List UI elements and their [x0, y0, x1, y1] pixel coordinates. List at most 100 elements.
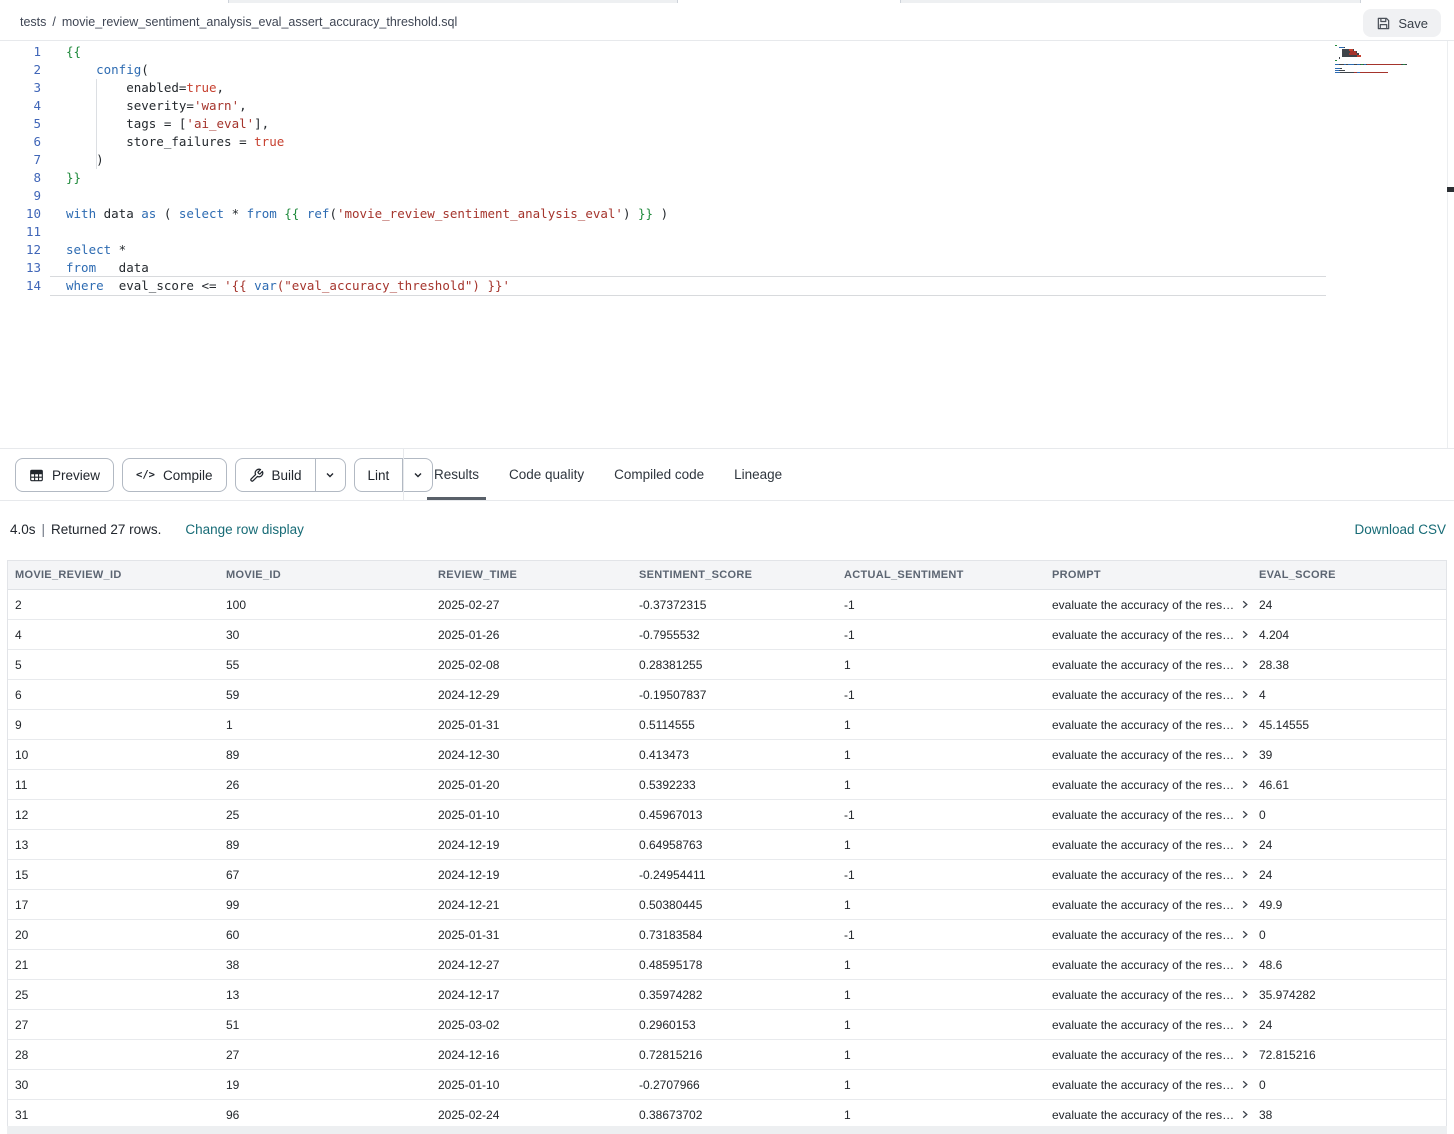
file-header-bar: tests / movie_review_sentiment_analysis_… [0, 3, 1454, 41]
table-cell: 38 [1252, 1108, 1446, 1122]
expand-prompt-chevron-icon[interactable] [1240, 1079, 1250, 1090]
table-cell: 2025-01-31 [431, 928, 632, 942]
code-line[interactable]: }} [66, 169, 668, 187]
table-cell: -1 [837, 928, 1045, 942]
code-line[interactable]: {{ [66, 43, 668, 61]
editor-scrollbar-thumb[interactable] [1447, 187, 1454, 192]
prompt-preview-text: evaluate the accuracy of the res… [1052, 658, 1234, 672]
preview-button[interactable]: Preview [15, 458, 114, 492]
code-line[interactable]: select * [66, 241, 668, 259]
table-cell: 25 [8, 988, 219, 1002]
table-cell: 2024-12-16 [431, 1048, 632, 1062]
expand-prompt-chevron-icon[interactable] [1240, 839, 1250, 850]
prompt-preview-text: evaluate the accuracy of the res… [1052, 988, 1234, 1002]
code-line[interactable]: store_failures = true [66, 133, 668, 151]
tab-compiled-code[interactable]: Compiled code [599, 449, 719, 500]
prompt-preview-text: evaluate the accuracy of the res… [1052, 928, 1234, 942]
table-row: 6592024-12-29-0.19507837-1evaluate the a… [8, 680, 1446, 710]
expand-prompt-chevron-icon[interactable] [1240, 989, 1250, 1000]
table-cell: 17 [8, 898, 219, 912]
table-cell: 1 [837, 748, 1045, 762]
table-cell: -0.19507837 [632, 688, 837, 702]
tab-code-quality[interactable]: Code quality [494, 449, 599, 500]
preview-label: Preview [52, 468, 100, 483]
expand-prompt-chevron-icon[interactable] [1240, 689, 1250, 700]
editor-scrollbar-track[interactable] [1447, 41, 1448, 449]
table-cell: 0.28381255 [632, 658, 837, 672]
expand-prompt-chevron-icon[interactable] [1240, 1049, 1250, 1060]
table-cell: 46.61 [1252, 778, 1446, 792]
table-cell: 100 [219, 598, 431, 612]
editor-minimap[interactable] [1335, 45, 1419, 74]
expand-prompt-chevron-icon[interactable] [1240, 959, 1250, 970]
code-line[interactable]: with data as ( select * from {{ ref('mov… [66, 205, 668, 223]
line-number: 7 [0, 151, 41, 169]
breadcrumb: tests / movie_review_sentiment_analysis_… [20, 3, 457, 40]
line-number: 13 [0, 259, 41, 277]
code-line[interactable]: ​ [66, 187, 668, 205]
chevron-down-icon [324, 469, 336, 481]
table-cell: 21 [8, 958, 219, 972]
download-csv-link[interactable]: Download CSV [1354, 522, 1446, 537]
table-cell: 0.5114555 [632, 718, 837, 732]
table-grid-icon [29, 468, 44, 483]
code-line[interactable]: ​ [66, 223, 668, 241]
code-line[interactable]: tags = ['ai_eval'], [66, 115, 668, 133]
table-cell: 2025-02-08 [431, 658, 632, 672]
table-cell: 59 [219, 688, 431, 702]
code-line[interactable]: enabled=true, [66, 79, 668, 97]
code-line[interactable]: config( [66, 61, 668, 79]
table-cell: 24 [1252, 1018, 1446, 1032]
column-header: ACTUAL_SENTIMENT [837, 569, 1045, 581]
code-line[interactable]: ) [66, 151, 668, 169]
table-cell: -0.24954411 [632, 868, 837, 882]
lint-button[interactable]: Lint [355, 459, 403, 491]
table-cell: 13 [8, 838, 219, 852]
code-line[interactable]: severity='warn', [66, 97, 668, 115]
table-cell: 2025-01-20 [431, 778, 632, 792]
expand-prompt-chevron-icon[interactable] [1240, 779, 1250, 790]
expand-prompt-chevron-icon[interactable] [1240, 659, 1250, 670]
table-cell: 2025-03-02 [431, 1018, 632, 1032]
table-horizontal-scrollbar[interactable] [7, 1126, 1447, 1134]
save-button[interactable]: Save [1363, 9, 1441, 37]
tab-results[interactable]: Results [419, 449, 494, 500]
expand-prompt-chevron-icon[interactable] [1240, 629, 1250, 640]
expand-prompt-chevron-icon[interactable] [1240, 1109, 1250, 1120]
table-cell: 2024-12-27 [431, 958, 632, 972]
expand-prompt-chevron-icon[interactable] [1240, 809, 1250, 820]
change-row-display-link[interactable]: Change row display [185, 522, 304, 537]
expand-prompt-chevron-icon[interactable] [1240, 749, 1250, 760]
tab-lineage[interactable]: Lineage [719, 449, 797, 500]
line-number: 5 [0, 115, 41, 133]
expand-prompt-chevron-icon[interactable] [1240, 1019, 1250, 1030]
table-cell: 0 [1252, 928, 1446, 942]
expand-prompt-chevron-icon[interactable] [1240, 599, 1250, 610]
table-row: 30192025-01-10-0.27079661evaluate the ac… [8, 1070, 1446, 1100]
prompt-cell: evaluate the accuracy of the res… [1045, 688, 1252, 702]
expand-prompt-chevron-icon[interactable] [1240, 929, 1250, 940]
code-content[interactable]: {{ config( enabled=true, severity='warn'… [66, 43, 668, 295]
table-row: 912025-01-310.51145551evaluate the accur… [8, 710, 1446, 740]
build-button[interactable]: Build [236, 459, 315, 491]
table-cell: 0.64958763 [632, 838, 837, 852]
table-cell: 1 [837, 1108, 1045, 1122]
table-cell: 1 [837, 718, 1045, 732]
build-dropdown-button[interactable] [315, 459, 345, 491]
table-cell: 1 [837, 778, 1045, 792]
table-row: 17992024-12-210.503804451evaluate the ac… [8, 890, 1446, 920]
table-row: 28272024-12-160.728152161evaluate the ac… [8, 1040, 1446, 1070]
table-cell: 10 [8, 748, 219, 762]
expand-prompt-chevron-icon[interactable] [1240, 719, 1250, 730]
table-cell: 45.14555 [1252, 718, 1446, 732]
prompt-preview-text: evaluate the accuracy of the res… [1052, 868, 1234, 882]
code-line[interactable]: from data [66, 259, 668, 277]
expand-prompt-chevron-icon[interactable] [1240, 899, 1250, 910]
code-editor[interactable]: 1234567891011121314 {{ config( enabled=t… [0, 41, 1454, 449]
expand-prompt-chevron-icon[interactable] [1240, 869, 1250, 880]
code-line[interactable]: where eval_score <= '{{ var("eval_accura… [66, 277, 668, 295]
table-cell: 35.974282 [1252, 988, 1446, 1002]
table-cell: 28.38 [1252, 658, 1446, 672]
compile-button[interactable]: </> Compile [122, 458, 227, 492]
table-cell: 28 [8, 1048, 219, 1062]
